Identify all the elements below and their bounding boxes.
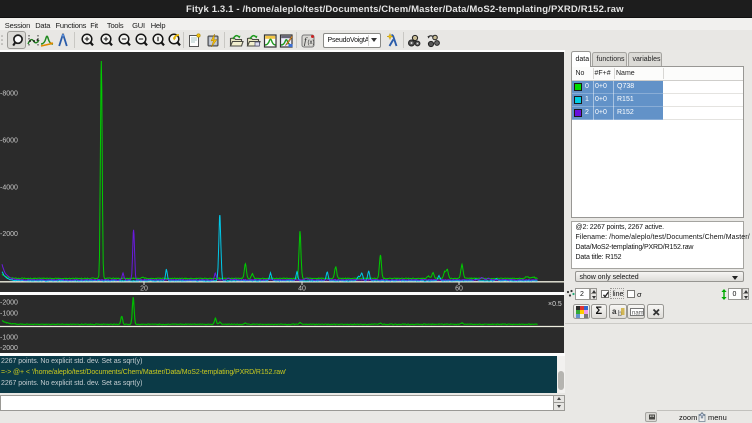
svg-text:-1000: -1000 [0, 335, 18, 342]
svg-text:nam: nam [632, 311, 644, 317]
svg-text:-8000: -8000 [0, 91, 18, 98]
svg-text:-2000: -2000 [0, 345, 18, 352]
svg-text:-6000: -6000 [0, 138, 18, 145]
svg-text:(x): (x) [308, 40, 315, 46]
svg-text:-2000: -2000 [0, 231, 18, 238]
svg-text:-1000: -1000 [0, 311, 18, 318]
svg-text:a: a [612, 307, 617, 316]
svg-text:-4000: -4000 [0, 185, 18, 192]
svg-text:×0.5: ×0.5 [548, 301, 562, 308]
svg-text:-2000: -2000 [0, 300, 18, 307]
